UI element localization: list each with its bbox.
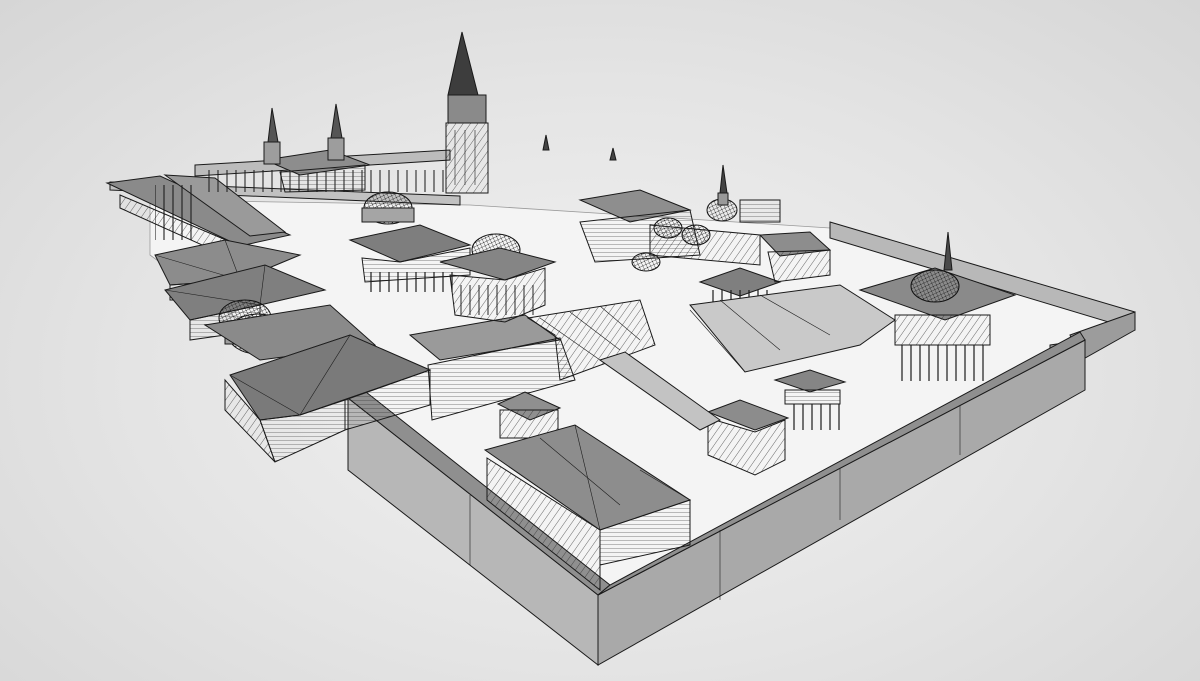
model-viewport[interactable] xyxy=(0,0,1200,681)
twin-spire-right xyxy=(327,103,345,161)
twin-spire-left xyxy=(263,107,281,165)
palace-wireframe-model xyxy=(105,31,1136,667)
minaret-north xyxy=(542,134,617,161)
minaret-east xyxy=(717,164,729,206)
north-arcade xyxy=(194,149,451,193)
tower-of-justice xyxy=(445,31,489,194)
